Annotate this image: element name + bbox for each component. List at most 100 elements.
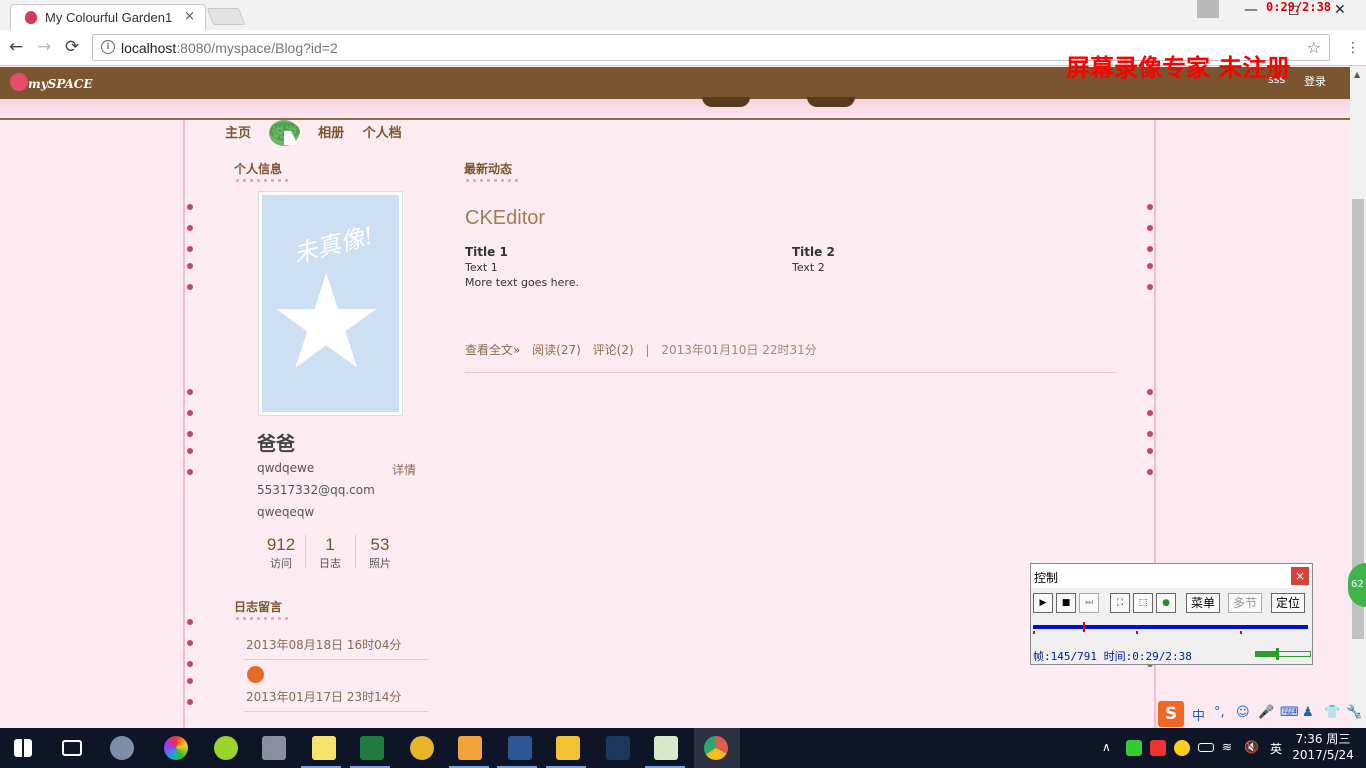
avatar[interactable]: 未真像! ★ <box>258 191 403 416</box>
tray-expand-icon[interactable]: ∧ <box>1102 740 1111 754</box>
border-dot <box>187 640 193 646</box>
info-icon[interactable]: i <box>101 40 115 54</box>
battery-icon[interactable] <box>1198 743 1214 752</box>
page-scrollbar[interactable]: ▲ ▼ <box>1350 67 1366 728</box>
tab-title: My Colourful Garden1 <box>45 10 173 25</box>
ime-mode-icon[interactable]: 中 <box>1192 705 1205 724</box>
comment-divider <box>244 659 428 660</box>
border-dot <box>1147 225 1153 231</box>
profile-icon[interactable] <box>1197 0 1219 18</box>
wifi-icon[interactable]: ≋ <box>1222 740 1232 754</box>
menu-button[interactable]: 菜单 <box>1186 593 1220 613</box>
avatar-placeholder-image: 未真像! ★ <box>262 195 399 412</box>
stat-photos[interactable]: 53 照片 <box>355 535 405 571</box>
border-dot <box>1147 389 1153 395</box>
comments-count[interactable]: 评论(2) <box>593 343 634 357</box>
site-logo[interactable]: mySPACE <box>28 77 93 91</box>
post-title[interactable]: CKEditor <box>465 207 545 230</box>
ime-skin-icon[interactable]: 👕 <box>1324 705 1340 720</box>
section-tick <box>1136 631 1138 634</box>
ime-tools-icon[interactable]: 🔧 <box>1346 705 1362 720</box>
task-view-icon[interactable] <box>62 740 82 756</box>
stat-blogs[interactable]: 1 日志 <box>305 535 355 571</box>
taskbar-clock[interactable]: 7:36 周三 2017/5/24 <box>1290 731 1356 763</box>
progress-track[interactable] <box>1033 622 1308 632</box>
ime-user-icon[interactable]: ♟ <box>1302 705 1314 720</box>
chrome-menu-icon[interactable]: ⋮ <box>1346 40 1360 56</box>
tray-app-icon[interactable] <box>1174 740 1190 756</box>
app-peanut-icon[interactable] <box>410 736 434 760</box>
play-button[interactable]: ▶ <box>1033 593 1053 613</box>
ime-keyboard-icon[interactable]: ⌨ <box>1280 705 1299 720</box>
volume-icon[interactable]: 🔇 <box>1244 740 1259 754</box>
border-dot <box>187 469 193 475</box>
sogou-logo-icon[interactable]: S <box>1158 701 1184 727</box>
scroll-up-icon[interactable]: ▲ <box>1354 70 1360 79</box>
nav-album[interactable]: 相册 <box>318 126 344 141</box>
ime-emoji-icon[interactable]: ☺ <box>1236 705 1250 720</box>
word-icon[interactable] <box>508 736 532 760</box>
panel-titlebar[interactable]: 控制 × <box>1031 564 1312 588</box>
window-close-button[interactable]: ✕ <box>1334 2 1346 18</box>
locate-button[interactable]: 定位 <box>1271 593 1305 613</box>
post-col1-more: More text goes here. <box>465 276 579 289</box>
volume-knob[interactable] <box>1276 648 1279 660</box>
nav-home[interactable]: 主页 <box>225 126 251 141</box>
panel-close-button[interactable]: × <box>1291 567 1309 585</box>
input-language[interactable]: 英 <box>1270 740 1282 757</box>
app-icon[interactable] <box>110 736 134 760</box>
panel-title: 控制 <box>1034 571 1059 585</box>
reads-count[interactable]: 阅读(27) <box>532 343 581 357</box>
section-comments-label: 日志留言 <box>234 600 283 614</box>
outlook-icon[interactable] <box>458 736 482 760</box>
border-dot <box>1147 263 1153 269</box>
border-dot <box>187 225 193 231</box>
profile-name: 爸爸 <box>257 433 296 455</box>
app-ball-icon[interactable] <box>214 736 238 760</box>
record-green-button[interactable]: ● <box>1156 593 1176 613</box>
dotted-underline <box>464 179 520 182</box>
stop-button[interactable]: ■ <box>1056 593 1076 613</box>
header-login-link[interactable]: 登录 <box>1304 73 1326 89</box>
app-script-icon[interactable] <box>606 736 630 760</box>
progress-marker[interactable] <box>1083 622 1086 632</box>
border-dot <box>187 448 193 454</box>
dotted-underline <box>234 617 290 620</box>
post-col2-title: Title 2 <box>792 245 835 259</box>
profile-detail-link[interactable]: 详情 <box>392 461 416 478</box>
forward-icon[interactable]: → <box>37 37 51 57</box>
excel-icon[interactable] <box>360 736 384 760</box>
file-explorer-icon[interactable] <box>556 736 580 760</box>
stat-visits[interactable]: 912 访问 <box>256 535 306 571</box>
url-text[interactable]: localhost:8080/myspace/Blog?id=2 <box>121 40 338 56</box>
volume-slider[interactable] <box>1255 648 1311 660</box>
border-dot <box>1147 448 1153 454</box>
ime-voice-icon[interactable]: 🎤 <box>1258 705 1274 720</box>
border-dot <box>187 284 193 290</box>
app-puzzle-icon[interactable] <box>262 736 286 760</box>
tray-app-icon[interactable] <box>1150 740 1166 756</box>
tab-close-icon[interactable]: × <box>184 9 195 24</box>
app-color-icon[interactable] <box>164 736 188 760</box>
fit-window-button[interactable]: ⛶ <box>1110 593 1130 613</box>
back-icon[interactable]: ← <box>9 37 23 57</box>
bookmark-star-icon[interactable]: ☆ <box>1307 38 1321 57</box>
reload-icon[interactable]: ⟳ <box>65 37 79 57</box>
new-tab-button[interactable] <box>206 8 246 25</box>
sticky-notes-icon[interactable] <box>312 736 336 760</box>
minimize-button[interactable]: — <box>1244 2 1258 18</box>
tray-app-icon[interactable] <box>1126 740 1142 756</box>
fullscreen-button[interactable]: ⬚ <box>1133 593 1153 613</box>
profile-field: qwdqewe <box>257 461 315 475</box>
section-button[interactable]: 多节 <box>1228 593 1262 613</box>
nav-profile[interactable]: 个人档 <box>363 126 402 141</box>
mouse-cursor-icon <box>284 131 298 145</box>
start-windows-icon[interactable] <box>14 739 32 757</box>
browser-tab[interactable]: My Colourful Garden1 × <box>10 4 206 30</box>
post-divider <box>465 372 1117 373</box>
ime-punct-icon[interactable]: °, <box>1214 705 1225 720</box>
read-more-link[interactable]: 查看全文» <box>465 343 520 357</box>
comment-date: 2013年08月18日 16时04分 <box>246 638 402 652</box>
skip-button[interactable]: ⏭ <box>1079 593 1099 613</box>
app-chart-icon[interactable] <box>654 736 678 760</box>
